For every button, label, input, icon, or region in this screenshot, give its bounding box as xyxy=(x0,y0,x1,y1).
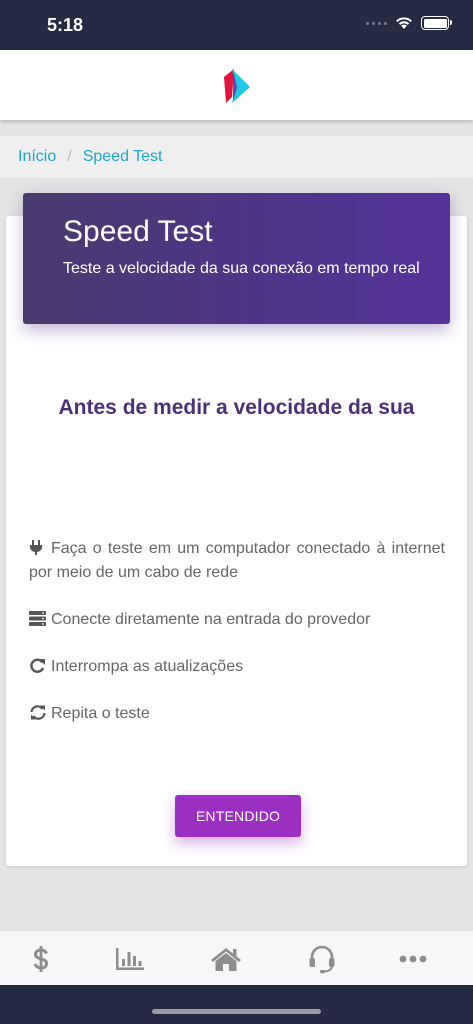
status-icons xyxy=(366,16,452,30)
breadcrumb: Início / Speed Test xyxy=(0,136,473,178)
status-time: 5:18 xyxy=(47,15,84,35)
plug-icon xyxy=(30,540,42,555)
more-icon xyxy=(399,955,427,962)
home-indicator[interactable] xyxy=(152,1009,321,1014)
headset-icon xyxy=(309,945,335,973)
redo-icon xyxy=(30,658,45,673)
home-indicator-area xyxy=(0,985,473,1024)
tip-item: Faça o teste em um computador conectado … xyxy=(29,537,445,585)
app-logo xyxy=(223,69,250,103)
breadcrumb-separator: / xyxy=(67,148,72,165)
tip-item: Interrompa as atualizações xyxy=(29,655,445,679)
tip-text: Repita o teste xyxy=(51,705,150,722)
server-icon xyxy=(29,611,46,626)
battery-icon xyxy=(421,16,452,30)
tab-more[interactable] xyxy=(383,931,443,986)
chart-icon xyxy=(116,947,144,970)
tip-item: Conecte diretamente na entrada do proved… xyxy=(29,608,445,632)
breadcrumb-speed-test-link[interactable]: Speed Test xyxy=(83,148,163,166)
bottom-tab-bar xyxy=(0,930,473,985)
wifi-icon xyxy=(396,17,412,29)
understood-button[interactable]: ENTENDIDO xyxy=(175,795,301,837)
app-header xyxy=(0,50,473,120)
page-title: Speed Test xyxy=(63,215,213,248)
tab-consumption[interactable] xyxy=(100,931,160,986)
tips-list: Faça o teste em um computador conectado … xyxy=(29,537,445,749)
breadcrumb-home-link[interactable]: Início xyxy=(18,148,56,166)
tip-text: Conecte diretamente na entrada do proved… xyxy=(51,611,371,628)
tip-item: Repita o teste xyxy=(29,702,445,726)
sync-icon xyxy=(30,705,46,720)
cellular-signal-icon xyxy=(366,21,387,25)
tip-text: Interrompa as atualizações xyxy=(51,658,244,675)
page-subtitle: Teste a velocidade da sua conexão em tem… xyxy=(63,260,420,277)
dollar-icon xyxy=(33,945,49,972)
tab-home[interactable] xyxy=(196,931,256,986)
section-heading: Antes de medir a velocidade da sua xyxy=(58,396,415,419)
home-icon xyxy=(211,947,241,971)
tab-support[interactable] xyxy=(292,931,352,986)
hero-banner: Speed Test Teste a velocidade da sua con… xyxy=(23,193,450,324)
status-bar: 5:18 xyxy=(0,0,473,50)
tab-billing[interactable] xyxy=(11,931,71,986)
tip-text: Faça o teste em um computador conectado … xyxy=(29,540,445,581)
